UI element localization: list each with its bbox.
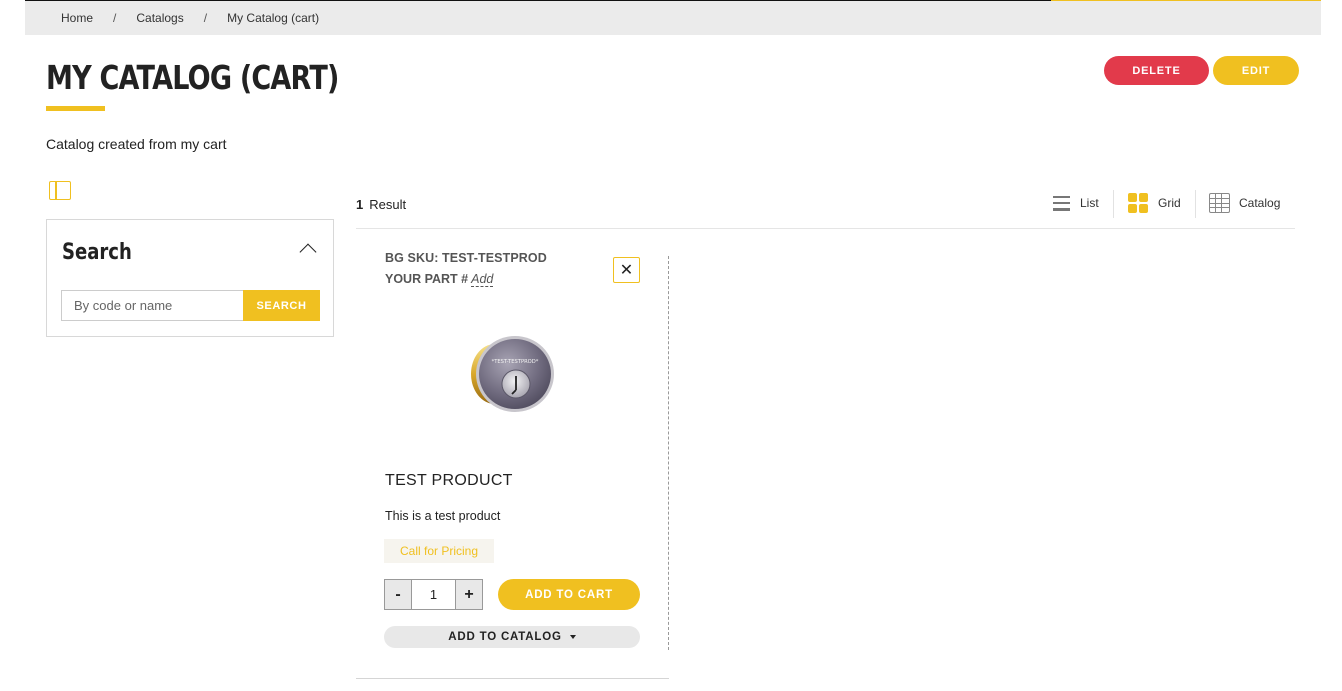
table-icon <box>1209 193 1230 213</box>
product-image[interactable]: *TEST-TESTPROD* <box>465 332 557 414</box>
catalog-description: Catalog created from my cart <box>46 136 227 152</box>
view-grid-label: Grid <box>1158 196 1181 210</box>
view-catalog-option[interactable]: Catalog <box>1209 192 1280 214</box>
page-title: MY CATALOG (CART) <box>46 58 339 97</box>
card-divider <box>668 256 669 650</box>
search-input[interactable] <box>61 290 244 321</box>
quantity-stepper: - 1 + <box>384 579 483 610</box>
quantity-input[interactable]: 1 <box>412 580 455 609</box>
grid-icon <box>1128 193 1148 213</box>
quantity-decrease-button[interactable]: - <box>385 580 412 609</box>
result-count: 1 Result <box>356 197 406 212</box>
results-divider <box>356 228 1295 229</box>
add-to-catalog-dropdown[interactable]: ADD TO CATALOG <box>384 626 640 648</box>
title-underline <box>46 106 105 111</box>
close-icon: ✕ <box>619 262 634 279</box>
edit-button[interactable]: EDIT <box>1213 56 1299 85</box>
result-count-number: 1 <box>356 197 364 212</box>
pricing-badge: Call for Pricing <box>384 539 494 563</box>
breadcrumb-home[interactable]: Home <box>61 11 93 25</box>
breadcrumb-separator: / <box>203 11 208 25</box>
view-divider <box>1195 190 1196 218</box>
quantity-increase-button[interactable]: + <box>455 580 482 609</box>
breadcrumb-separator: / <box>113 11 117 25</box>
remove-product-button[interactable]: ✕ <box>613 257 640 283</box>
card-bottom-divider <box>356 678 669 679</box>
breadcrumb: Home / Catalogs / My Catalog (cart) <box>25 1 1321 35</box>
product-card <box>356 240 669 680</box>
search-panel: Search SEARCH <box>46 219 334 337</box>
add-to-catalog-label: ADD TO CATALOG <box>448 631 562 643</box>
view-list-option[interactable]: List <box>1053 192 1099 214</box>
search-button[interactable]: SEARCH <box>243 290 320 321</box>
product-description: This is a test product <box>385 509 501 523</box>
caret-down-icon <box>569 635 576 639</box>
product-part-number: YOUR PART # Add <box>385 272 494 287</box>
chevron-up-icon[interactable] <box>299 243 317 261</box>
result-count-label: Result <box>369 197 407 212</box>
view-list-label: List <box>1080 196 1099 210</box>
view-grid-option[interactable]: Grid <box>1128 192 1181 214</box>
product-image-engraving: *TEST-TESTPROD* <box>492 359 539 365</box>
sidebar-toggle-icon[interactable] <box>49 181 71 200</box>
search-heading: Search <box>62 240 132 265</box>
product-sku: BG SKU: TEST-TESTPROD <box>385 251 547 265</box>
delete-button[interactable]: DELETE <box>1104 56 1209 85</box>
view-catalog-label: Catalog <box>1239 196 1281 210</box>
product-name[interactable]: TEST PRODUCT <box>385 472 513 490</box>
breadcrumb-current: My Catalog (cart) <box>227 11 320 25</box>
breadcrumb-catalogs[interactable]: Catalogs <box>136 11 183 25</box>
list-icon <box>1053 195 1070 211</box>
add-to-cart-button[interactable]: ADD TO CART <box>498 579 640 610</box>
view-divider <box>1113 190 1114 218</box>
part-number-add-link[interactable]: Add <box>471 272 494 287</box>
part-number-label: YOUR PART # <box>385 272 469 286</box>
